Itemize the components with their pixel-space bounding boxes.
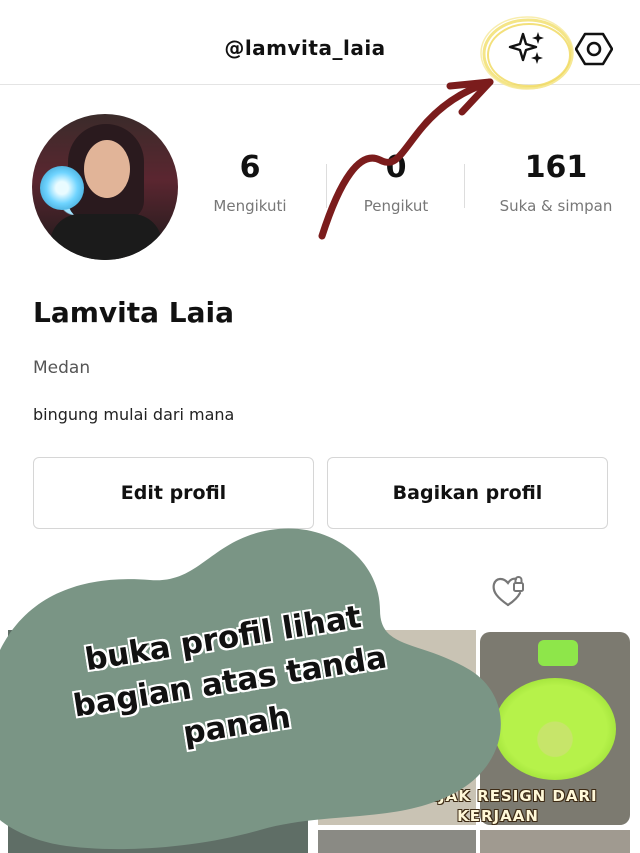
display-name: Lamvita Laia <box>33 296 235 329</box>
settings-icon[interactable] <box>575 30 613 68</box>
stat-following[interactable]: 6 Mengikuti <box>212 150 288 215</box>
avatar[interactable] <box>32 114 178 260</box>
arrow-annotation <box>318 78 494 240</box>
following-count: 6 <box>239 150 261 185</box>
share-profile-button[interactable]: Bagikan profil <box>327 457 608 529</box>
edit-profile-button[interactable]: Edit profil <box>33 457 314 529</box>
location: Medan <box>33 358 91 378</box>
following-label: Mengikuti <box>213 197 287 215</box>
bio: bingung mulai dari mana <box>33 405 235 424</box>
